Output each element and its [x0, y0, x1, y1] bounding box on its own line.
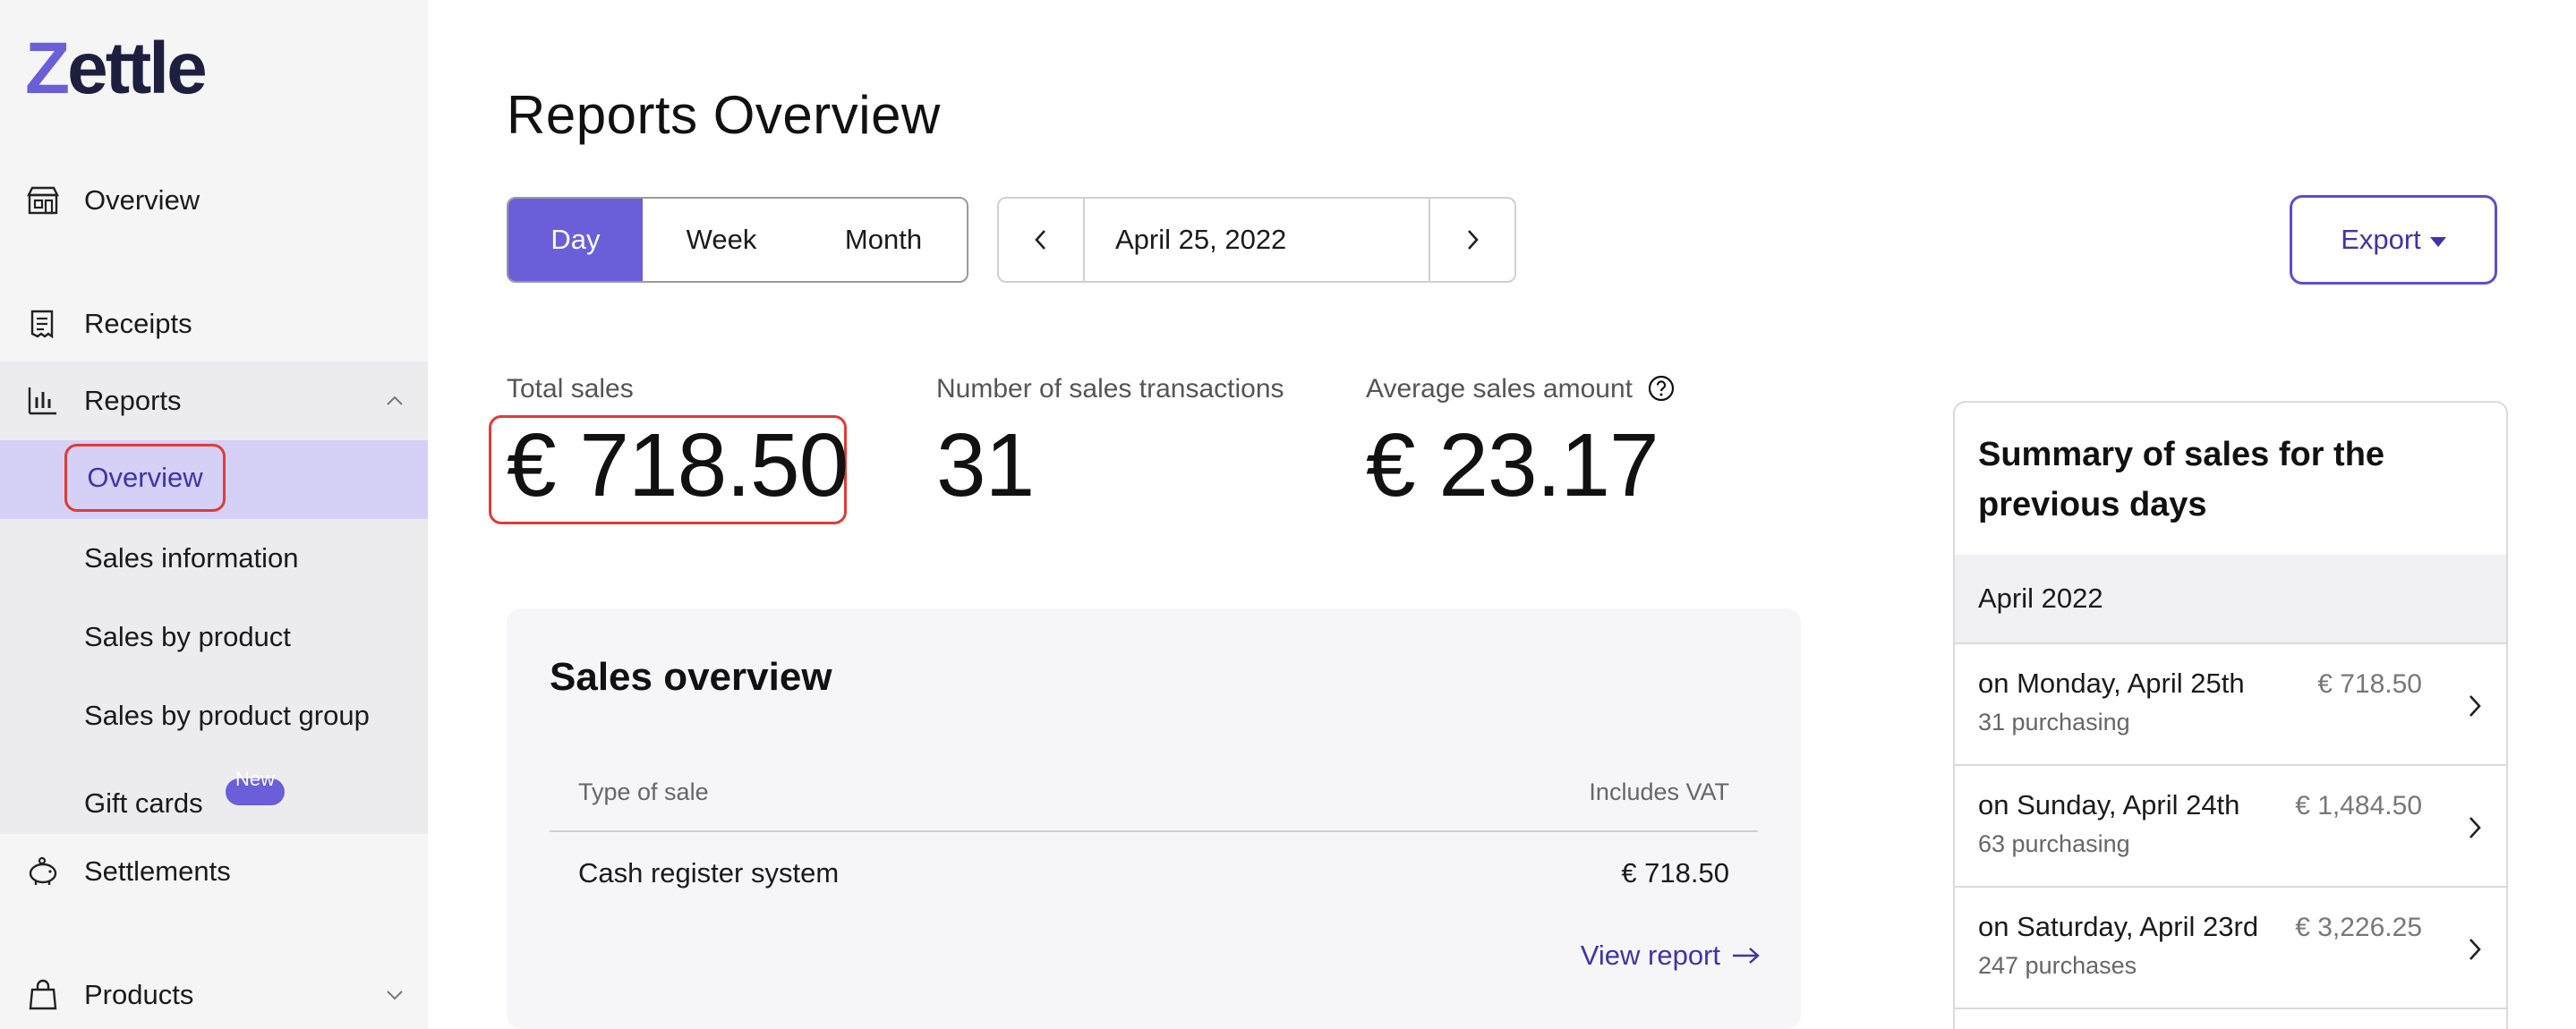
sidebar-subitem-overview[interactable]: Overview [64, 444, 226, 512]
period-week-button[interactable]: Week [643, 199, 800, 281]
zettle-logo[interactable]: Zettle [25, 32, 208, 106]
sales-overview-title: Sales overview [550, 655, 832, 699]
logo-rest: ettle [67, 28, 208, 109]
sidebar-item-label: Receipts [84, 308, 192, 339]
date-value[interactable]: April 25, 2022 [1085, 199, 1429, 281]
period-selector: Day Week Month [507, 197, 968, 283]
help-icon[interactable] [1647, 374, 1676, 403]
total-sales-value: € 718.50 [507, 415, 849, 515]
sidebar: Zettle Overview Receipts Reports Overvie… [0, 0, 428, 1029]
average-sales-label: Average sales amount [1366, 374, 1633, 404]
table-divider [550, 830, 1758, 832]
summary-day-label: on Monday, April 25th [1978, 668, 2245, 699]
summary-day-amount: € 718.50 [2317, 669, 2422, 699]
chevron-right-icon [2469, 817, 2481, 838]
export-button[interactable]: Export [2290, 195, 2497, 285]
summary-panel: Summary of sales for the previous days A… [1953, 401, 2508, 1029]
export-label: Export [2341, 224, 2421, 255]
period-day-button[interactable]: Day [508, 199, 643, 281]
transactions-value: 31 [936, 415, 1035, 515]
summary-day-count: 247 purchases [1978, 952, 2137, 979]
summary-day-row[interactable]: on Monday, April 25th 31 purchasing € 71… [1955, 644, 2506, 766]
summary-day-row[interactable]: on Sunday, April 24th 63 purchasing € 1,… [1955, 766, 2506, 888]
sidebar-item-products[interactable]: Products [0, 956, 428, 1029]
sidebar-item-overview[interactable]: Overview [0, 161, 428, 240]
table-row-type: Cash register system [578, 857, 840, 889]
sidebar-item-label: Overview [84, 184, 200, 216]
summary-title: Summary of sales for the previous days [1978, 436, 2385, 523]
summary-day-count: 31 purchasing [1978, 709, 2130, 736]
chevron-up-icon [387, 395, 403, 405]
shopping-bag-icon [29, 979, 57, 1010]
next-date-button[interactable] [1429, 199, 1514, 281]
piggy-bank-icon [29, 856, 57, 885]
date-picker: April 25, 2022 [997, 197, 1516, 283]
page-title: Reports Overview [507, 85, 941, 145]
sales-overview-card: Sales overview Type of sale Includes VAT… [507, 608, 1801, 1029]
summary-day-amount: € 3,226.25 [2295, 913, 2422, 942]
summary-day-count: 63 purchasing [1978, 830, 2130, 857]
sidebar-item-settlements[interactable]: Settlements [0, 832, 428, 911]
summary-day-amount: € 1,484.50 [2295, 791, 2422, 821]
chevron-right-icon [2469, 939, 2481, 960]
chevron-left-icon [1035, 230, 1045, 250]
total-sales-label: Total sales [507, 374, 634, 404]
receipt-icon [30, 310, 54, 339]
chevron-down-icon [387, 991, 403, 1000]
sidebar-item-label: Products [84, 979, 194, 1010]
caret-down-icon [2429, 236, 2446, 247]
summary-month-header: April 2022 [1955, 555, 2506, 644]
chevron-right-icon [2469, 695, 2481, 717]
table-row-amount: € 718.50 [1621, 857, 1729, 889]
summary-day-row[interactable]: on Saturday, April 23rd 247 purchases € … [1955, 888, 2506, 1009]
sidebar-subitem-sales-by-product[interactable]: Sales by product [84, 621, 291, 653]
period-month-button[interactable]: Month [800, 199, 967, 281]
column-header-type: Type of sale [578, 778, 709, 805]
bar-chart-icon [28, 387, 56, 415]
new-badge: New [226, 770, 285, 805]
transactions-label: Number of sales transactions [936, 374, 1284, 404]
average-sales-value: € 23.17 [1366, 415, 1659, 515]
summary-day-label: on Saturday, April 23rd [1978, 911, 2259, 942]
sidebar-item-reports[interactable]: Reports [0, 361, 428, 440]
sidebar-subitem-sales-information[interactable]: Sales information [84, 542, 299, 574]
summary-day-label: on Sunday, April 24th [1978, 789, 2240, 821]
column-header-vat: Includes VAT [1589, 778, 1729, 805]
previous-date-button[interactable] [999, 199, 1085, 281]
sidebar-item-receipts[interactable]: Receipts [0, 285, 428, 363]
view-report-label: View report [1580, 940, 1720, 971]
sidebar-item-label: Settlements [84, 855, 231, 887]
store-icon [27, 186, 59, 215]
new-badge-text: New [235, 768, 275, 790]
view-report-link[interactable]: View report [1581, 940, 1761, 972]
sidebar-subitem-sales-by-product-group[interactable]: Sales by product group [84, 700, 370, 732]
sidebar-subitem-gift-cards[interactable]: Gift cards [84, 787, 203, 820]
sidebar-item-label: Reports [84, 385, 182, 416]
chevron-right-icon [1468, 230, 1479, 250]
logo-z: Z [25, 28, 70, 109]
arrow-right-icon [1733, 948, 1760, 964]
